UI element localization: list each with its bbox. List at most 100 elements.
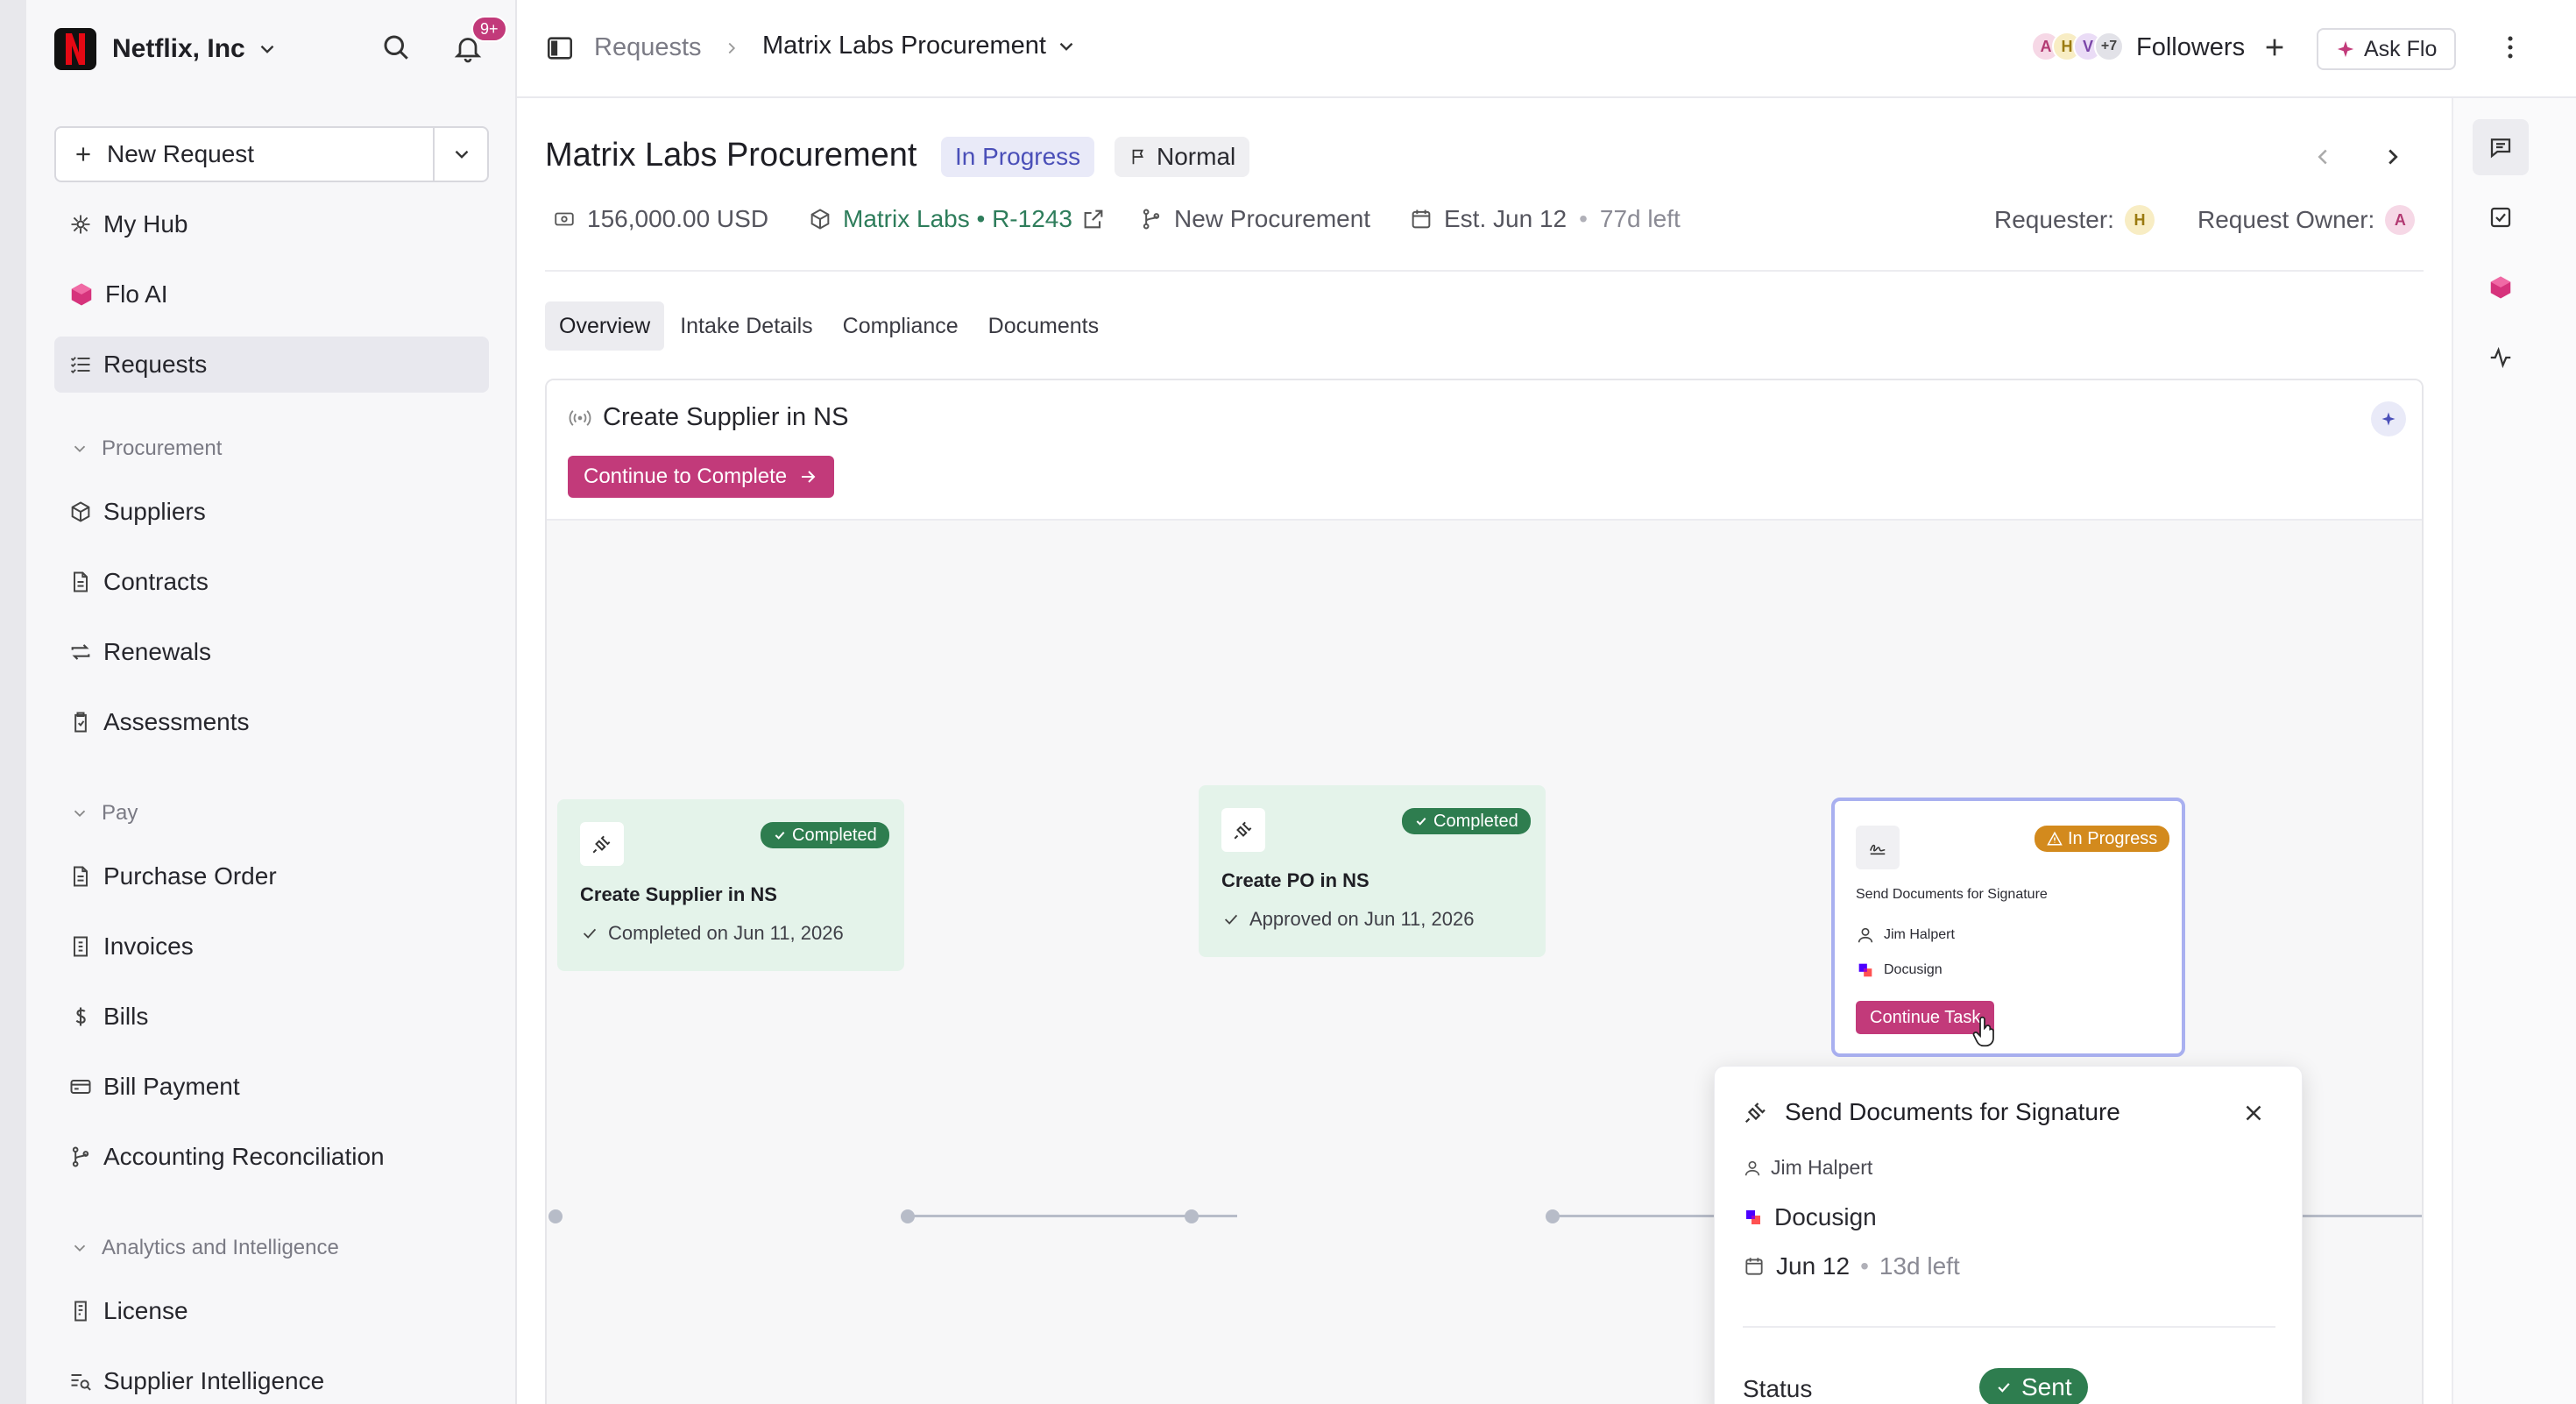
tab-overview[interactable]: Overview	[545, 301, 665, 351]
sidebar-item-requests[interactable]: Requests	[54, 337, 489, 393]
right-rail	[2452, 98, 2576, 1404]
section-pay[interactable]: Pay	[70, 796, 138, 831]
sidebar-item-bill-payment[interactable]: Bill Payment	[54, 1059, 489, 1115]
breadcrumb-current[interactable]: Matrix Labs Procurement	[762, 32, 1078, 60]
sidebar-item-purchase-order[interactable]: Purchase Order	[54, 848, 489, 904]
docusign-logo-icon	[1858, 963, 1872, 977]
time-left: 77d left	[1599, 205, 1681, 232]
sidebar-item-my-hub[interactable]: My Hub	[54, 196, 489, 252]
activity-button[interactable]	[2473, 330, 2529, 386]
sidebar-item-flo-ai[interactable]: Flo AI	[54, 266, 489, 323]
followers-avatars[interactable]: A H V +7	[2031, 32, 2124, 61]
tab-intake-details[interactable]: Intake Details	[666, 301, 826, 351]
sidebar-item-label: Accounting Reconciliation	[103, 1143, 385, 1170]
flo-ai-button[interactable]	[2473, 259, 2529, 316]
node-title: Send Documents for Signature	[1856, 887, 2048, 902]
flo-ai-cube-icon	[71, 283, 92, 306]
new-request-dropdown[interactable]	[435, 128, 489, 181]
popup-title-label: Send Documents for Signature	[1785, 1098, 2120, 1125]
sidebar-item-accounting-reconciliation[interactable]: Accounting Reconciliation	[54, 1129, 489, 1185]
sidebar-item-bills[interactable]: Bills	[54, 989, 489, 1045]
workflow[interactable]: New Procurement	[1139, 205, 1370, 233]
ask-flo-button[interactable]: Ask Flo	[2317, 28, 2457, 70]
status-badge-label: In Progress	[2068, 828, 2158, 848]
checkbox-icon	[2490, 207, 2511, 228]
followers-label: Followers	[2136, 33, 2246, 61]
sidebar-item-label: My Hub	[103, 210, 188, 238]
sidebar-item-invoices[interactable]: Invoices	[54, 918, 489, 975]
avatar-more: +7	[2094, 32, 2124, 61]
breadcrumb-requests[interactable]: Requests	[594, 33, 702, 62]
arrow-right-icon	[802, 471, 816, 483]
continue-to-complete-label: Continue to Complete	[584, 464, 788, 488]
avatar: H	[2124, 205, 2155, 235]
node-title: Create Supplier in NS	[580, 883, 777, 905]
tab-documents[interactable]: Documents	[974, 301, 1113, 351]
search-icon[interactable]	[380, 32, 412, 63]
panel-title-label: Create Supplier in NS	[603, 403, 849, 431]
amount-value: 156,000.00 USD	[587, 205, 769, 232]
sidebar-item-renewals[interactable]: Renewals	[54, 624, 489, 680]
check-icon	[1224, 914, 1238, 925]
section-analytics[interactable]: Analytics and Intelligence	[70, 1230, 339, 1266]
estimate-date: Est. Jun 12 • 77d left	[1409, 205, 1681, 233]
sidebar-toggle-icon[interactable]	[545, 33, 575, 63]
chevron-right-icon[interactable]	[2380, 144, 2406, 170]
time-left: 13d left	[1879, 1252, 1960, 1280]
add-follower-icon[interactable]	[2261, 33, 2289, 61]
request-owner[interactable]: Request Owner: A	[2197, 205, 2416, 235]
broadcast-icon	[569, 409, 591, 426]
node-app: Docusign	[1856, 961, 1943, 980]
status-sent-badge[interactable]: Sent	[1979, 1368, 2088, 1404]
box-icon	[71, 501, 90, 522]
requester[interactable]: Requester: H	[1994, 205, 2155, 235]
notification-count-badge: 9+	[471, 16, 507, 42]
sidebar-item-contracts[interactable]: Contracts	[54, 554, 489, 610]
node-detail: Approved on Jun 11, 2026	[1221, 908, 1474, 931]
continue-to-complete-button[interactable]: Continue to Complete	[568, 456, 835, 498]
amount: 156,000.00 USD	[552, 205, 768, 233]
sidebar-item-suppliers[interactable]: Suppliers	[54, 484, 489, 540]
status-badge: Completed	[761, 822, 889, 848]
plug-icon	[1744, 1103, 1766, 1124]
sidebar-item-label: License	[103, 1297, 188, 1324]
org-switcher[interactable]: Netflix, Inc	[54, 26, 279, 72]
chevron-left-icon[interactable]	[2310, 144, 2336, 170]
window-edge	[0, 0, 26, 1404]
new-request-button[interactable]: New Request	[54, 126, 489, 182]
top-bar: Requests Matrix Labs Procurement A H V +…	[517, 0, 2576, 98]
signature-icon	[1856, 826, 1900, 869]
priority-label: Normal	[1157, 143, 1236, 170]
tasks-button[interactable]	[2473, 189, 2529, 245]
sidebar-item-assessments[interactable]: Assessments	[54, 694, 489, 750]
sidebar-item-license[interactable]: License	[54, 1283, 489, 1339]
app-name: Docusign	[1884, 962, 1943, 977]
supplier-link[interactable]: Matrix Labs • R-1243	[808, 205, 1116, 233]
ai-assist-button[interactable]	[2371, 401, 2406, 436]
app-name: Docusign	[1774, 1203, 1877, 1230]
money-icon	[555, 212, 574, 226]
hub-icon	[71, 215, 90, 234]
section-procurement[interactable]: Procurement	[70, 431, 222, 466]
assignee-name: Jim Halpert	[1771, 1156, 1873, 1179]
plus-icon	[76, 147, 90, 161]
more-vertical-icon[interactable]	[2495, 32, 2525, 63]
sidebar-item-label: Assessments	[103, 708, 250, 735]
sidebar-item-supplier-intelligence[interactable]: Supplier Intelligence	[54, 1353, 489, 1404]
org-name: Netflix, Inc	[112, 34, 245, 63]
requester-label: Requester:	[1994, 206, 2114, 233]
sidebar-item-label: Contracts	[103, 568, 209, 595]
branch-icon	[72, 1146, 89, 1167]
status-pill[interactable]: In Progress	[941, 137, 1095, 177]
chevron-down-icon	[1059, 42, 1073, 51]
sidebar-item-label: Purchase Order	[103, 862, 277, 890]
section-label: Analytics and Intelligence	[102, 1236, 339, 1259]
workflow-node-create-po[interactable]: Completed Create PO in NS Approved on Ju…	[1199, 785, 1546, 957]
workflow-node-send-documents[interactable]: In Progress Send Documents for Signature…	[1831, 798, 2185, 1057]
close-icon[interactable]	[2240, 1100, 2267, 1126]
tab-compliance[interactable]: Compliance	[829, 301, 973, 351]
comments-button[interactable]	[2473, 119, 2529, 175]
workflow-node-create-supplier[interactable]: Completed Create Supplier in NS Complete…	[557, 799, 904, 971]
priority-pill[interactable]: Normal	[1115, 137, 1250, 177]
warning-icon	[2047, 831, 2063, 846]
